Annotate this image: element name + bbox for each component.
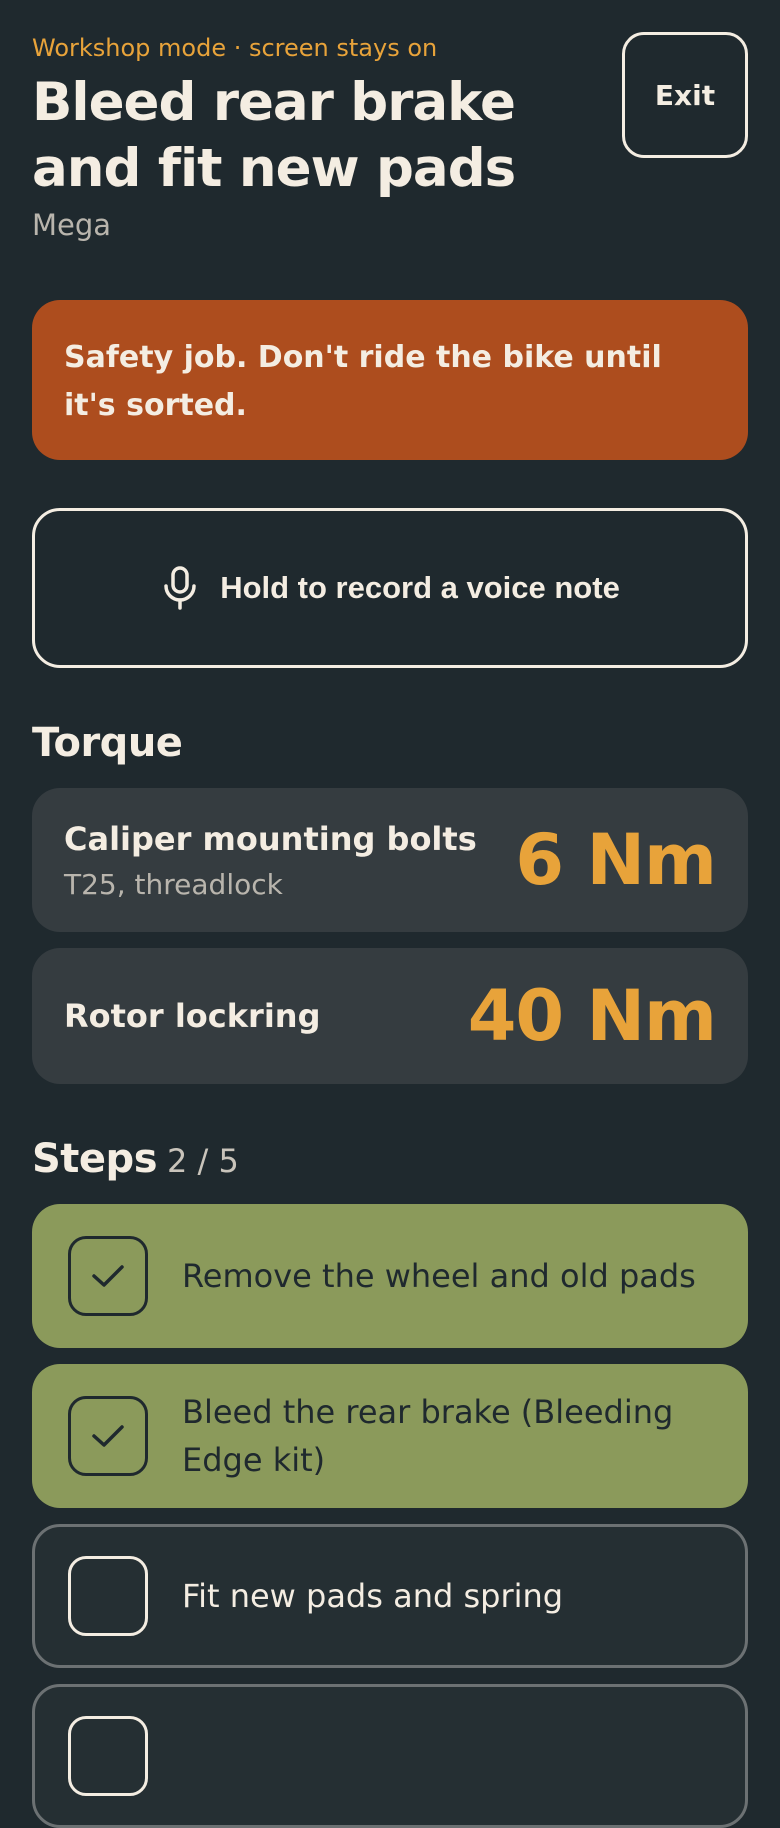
torque-item-value: 6 Nm bbox=[515, 819, 717, 901]
safety-alert: Safety job. Don't ride the bike until it… bbox=[32, 300, 748, 460]
step-item-fit-pads[interactable]: Fit new pads and spring bbox=[32, 1524, 748, 1668]
step-item-bleed-brake[interactable]: Bleed the rear brake (Bleeding Edge kit) bbox=[32, 1364, 748, 1508]
step-checkbox[interactable] bbox=[68, 1556, 148, 1636]
torque-heading: Torque bbox=[32, 720, 183, 766]
torque-item-text: Caliper mounting bolts T25, threadlock bbox=[64, 820, 477, 901]
step-label: Fit new pads and spring bbox=[182, 1577, 564, 1615]
torque-item-rotor: Rotor lockring 40 Nm bbox=[32, 948, 748, 1084]
exit-button[interactable]: Exit bbox=[622, 32, 748, 158]
voice-note-button[interactable]: Hold to record a voice note bbox=[32, 508, 748, 668]
checkmark-icon bbox=[92, 1265, 124, 1287]
step-label: Remove the wheel and old pads bbox=[182, 1257, 696, 1295]
voice-note-label: Hold to record a voice note bbox=[220, 570, 620, 605]
bike-name: Mega bbox=[32, 208, 112, 242]
torque-item-name: Caliper mounting bolts bbox=[64, 819, 477, 858]
torque-item-note: T25, threadlock bbox=[64, 867, 283, 901]
torque-item-caliper: Caliper mounting bolts T25, threadlock 6… bbox=[32, 788, 748, 932]
step-item-next[interactable] bbox=[32, 1684, 748, 1828]
steps-heading: Steps 2 / 5 bbox=[32, 1136, 239, 1182]
step-checkbox[interactable] bbox=[68, 1396, 148, 1476]
header: Workshop mode · screen stays on Bleed re… bbox=[32, 0, 748, 260]
page-title: Bleed rear brake and fit new pads bbox=[32, 72, 516, 199]
step-checkbox[interactable] bbox=[68, 1236, 148, 1316]
torque-item-value: 40 Nm bbox=[467, 975, 717, 1057]
workshop-page: Workshop mode · screen stays on Bleed re… bbox=[32, 0, 748, 1828]
microphone-icon bbox=[164, 566, 196, 610]
step-label: Bleed the rear brake (Bleeding Edge kit) bbox=[182, 1393, 674, 1479]
step-item-remove-wheel[interactable]: Remove the wheel and old pads bbox=[32, 1204, 748, 1348]
steps-progress: 2 / 5 bbox=[167, 1142, 239, 1180]
steps-heading-label: Steps bbox=[32, 1136, 158, 1182]
checkmark-icon bbox=[92, 1425, 124, 1447]
workshop-mode-label: Workshop mode · screen stays on bbox=[32, 34, 438, 62]
step-checkbox[interactable] bbox=[68, 1716, 148, 1796]
torque-item-text: Rotor lockring bbox=[64, 997, 320, 1035]
torque-item-name: Rotor lockring bbox=[64, 997, 321, 1035]
